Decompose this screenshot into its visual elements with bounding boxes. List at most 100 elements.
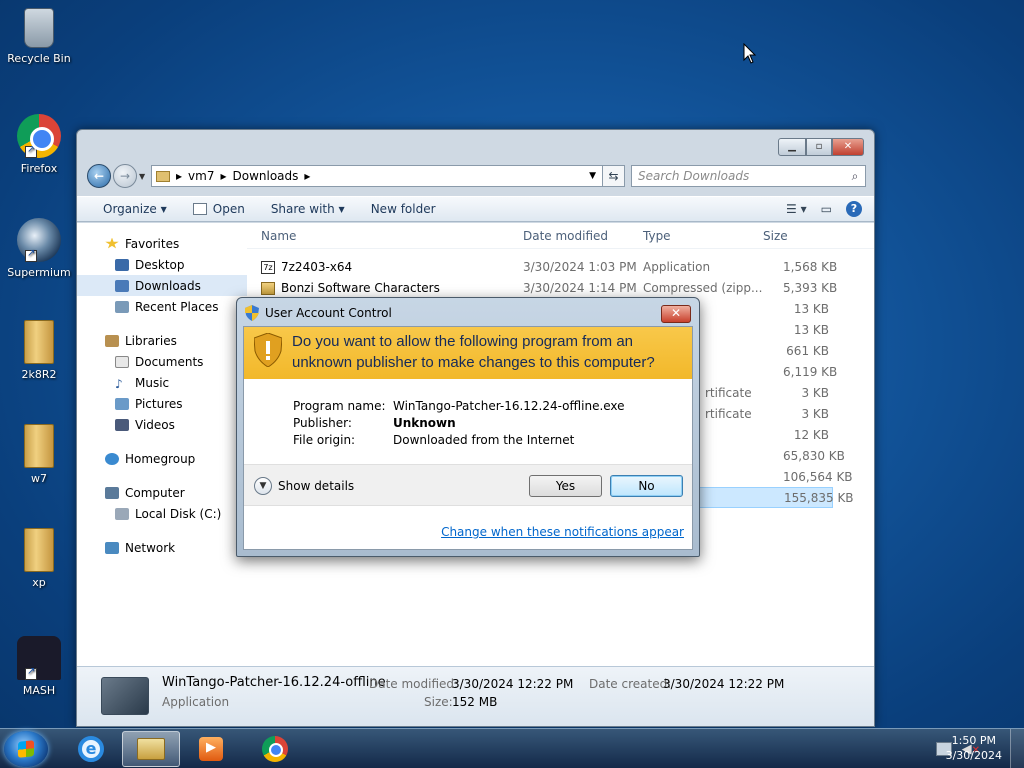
organize-button[interactable]: Organize ▼ [103, 202, 167, 216]
details-pane: WinTango-Patcher-16.12.24-offline Applic… [77, 666, 874, 726]
file-row[interactable]: Bonzi Software Characters 3/30/2024 1:14… [247, 277, 847, 298]
back-button[interactable]: ← [87, 164, 111, 188]
desktop-icon-2k8r2[interactable]: 2k8R2 [4, 320, 74, 381]
desktop-icon-firefox[interactable]: Firefox [4, 114, 74, 175]
chevron-right-icon[interactable]: ▸ [220, 169, 226, 183]
open-label: Open [212, 202, 245, 216]
chevron-down-icon: ▼ [254, 477, 272, 495]
organize-label: Organize [103, 202, 157, 216]
nav-music[interactable]: ♪ Music [77, 372, 247, 393]
mouse-cursor-icon [743, 43, 757, 64]
nav-downloads[interactable]: Downloads [77, 275, 247, 296]
nav-label: Recent Places [135, 299, 219, 314]
column-header-type[interactable]: Type [643, 229, 671, 243]
uac-close-button[interactable]: ✕ [661, 305, 691, 323]
desktop-icon-mash[interactable]: MASH [4, 636, 74, 697]
mash-icon [17, 636, 61, 680]
address-bar[interactable]: ▸ vm7 ▸ Downloads ▸ ▼ [151, 165, 603, 187]
show-desktop-button[interactable] [1010, 729, 1024, 768]
forward-button[interactable]: → [113, 164, 137, 188]
shortcut-arrow-icon [25, 248, 37, 262]
address-dropdown-icon[interactable]: ▼ [589, 171, 596, 181]
yes-button[interactable]: Yes [529, 475, 602, 497]
nav-computer[interactable]: Computer [77, 482, 247, 503]
details-created-label: Date created: [589, 677, 672, 691]
open-button[interactable]: Open [192, 202, 245, 216]
media-player-icon [199, 737, 223, 761]
desktop-icon-xp[interactable]: xp [4, 528, 74, 589]
new-folder-label: New folder [370, 202, 436, 216]
program-name-label: Program name: [293, 399, 386, 413]
command-bar: Organize ▼ Open Share with ▼ New folder … [77, 196, 874, 222]
desktop-icon [115, 258, 129, 271]
desktop-icon-w7[interactable]: w7 [4, 424, 74, 485]
nav-label: Libraries [125, 333, 177, 348]
minimize-button[interactable]: ▁ [778, 138, 806, 156]
search-input[interactable]: Search Downloads ⌕ [631, 165, 866, 187]
start-button[interactable] [4, 731, 48, 767]
navigation-bar: ← → ▼ ▸ vm7 ▸ Downloads ▸ ▼ ⇆ Search Dow… [87, 163, 866, 189]
file-row[interactable]: 7z 7z2403-x64 3/30/2024 1:03 PM Applicati… [247, 256, 847, 277]
column-header-size[interactable]: Size [763, 229, 788, 243]
taskbar-chrome[interactable] [246, 731, 304, 767]
nav-pictures[interactable]: Pictures [77, 393, 247, 414]
nav-documents[interactable]: Documents [77, 351, 247, 372]
open-icon [192, 203, 207, 215]
help-icon[interactable]: ? [846, 201, 862, 217]
taskbar-windows-explorer[interactable] [122, 731, 180, 767]
videos-icon [115, 418, 129, 431]
share-with-button[interactable]: Share with ▼ [271, 202, 345, 216]
details-modified-value: 3/30/2024 12:22 PM [452, 677, 574, 691]
nav-desktop[interactable]: Desktop [77, 254, 247, 275]
nav-libraries[interactable]: Libraries [77, 330, 247, 351]
preview-pane-icon[interactable]: ▭ [821, 202, 832, 216]
uac-actions: ▼ Show details Yes No [244, 464, 692, 506]
change-notifications-link[interactable]: Change when these notifications appear [441, 525, 684, 539]
taskbar-internet-explorer[interactable]: e [62, 731, 120, 767]
shortcut-arrow-icon [25, 666, 37, 680]
file-size: 3 KB [801, 406, 829, 421]
taskbar-media-player[interactable] [182, 731, 240, 767]
no-button[interactable]: No [610, 475, 683, 497]
chrome-icon [17, 114, 61, 158]
nav-label: Pictures [135, 396, 183, 411]
details-size-value: 152 MB [452, 695, 498, 709]
details-file-kind: Application [162, 695, 230, 709]
breadcrumb-vm7[interactable]: vm7 [188, 169, 214, 183]
chevron-right-icon[interactable]: ▸ [176, 169, 182, 183]
nav-homegroup[interactable]: Homegroup [77, 448, 247, 469]
uac-title: User Account Control [265, 306, 392, 320]
chevron-right-icon[interactable]: ▸ [304, 169, 310, 183]
new-folder-button[interactable]: New folder [371, 202, 436, 216]
desktop-icon-recycle-bin[interactable]: Recycle Bin [4, 8, 74, 65]
show-details-label: Show details [278, 479, 355, 493]
column-header-name[interactable]: Name [261, 229, 296, 243]
clock[interactable]: 1:50 PM 3/30/2024 [946, 733, 1002, 763]
maximize-button[interactable]: ▫ [806, 138, 832, 156]
desktop-icon-supermium[interactable]: Supermium [4, 218, 74, 279]
folder-icon [24, 424, 54, 468]
internet-explorer-icon: e [78, 736, 104, 762]
file-size: 155,835 KB [784, 490, 854, 505]
view-options-icon[interactable]: ☰ ▾ [786, 202, 807, 216]
nav-videos[interactable]: Videos [77, 414, 247, 435]
column-header-date[interactable]: Date modified [523, 229, 608, 243]
show-details-toggle[interactable]: ▼ Show details [254, 477, 354, 495]
uac-shield-icon [245, 305, 259, 321]
nav-favorites[interactable]: Favorites [77, 233, 247, 254]
breadcrumb-downloads[interactable]: Downloads [233, 169, 299, 183]
nav-network[interactable]: Network [77, 537, 247, 558]
publisher-label: Publisher: [293, 416, 352, 430]
file-size: 1,568 KB [783, 259, 838, 274]
network-icon [105, 541, 119, 554]
refresh-button[interactable]: ⇆ [603, 165, 625, 187]
nav-recent-places[interactable]: Recent Places [77, 296, 247, 317]
search-icon[interactable]: ⌕ [845, 169, 865, 184]
recent-places-icon [115, 300, 129, 313]
nav-local-disk[interactable]: Local Disk (C:) [77, 503, 247, 524]
recent-pages-dropdown[interactable]: ▼ [139, 172, 149, 181]
taskbar: e ◀✕ 1:50 PM 3/30/2024 [0, 728, 1024, 768]
clock-date: 3/30/2024 [945, 749, 1002, 762]
details-file-name: WinTango-Patcher-16.12.24-offline [162, 675, 386, 690]
close-button[interactable]: ✕ [832, 138, 864, 156]
